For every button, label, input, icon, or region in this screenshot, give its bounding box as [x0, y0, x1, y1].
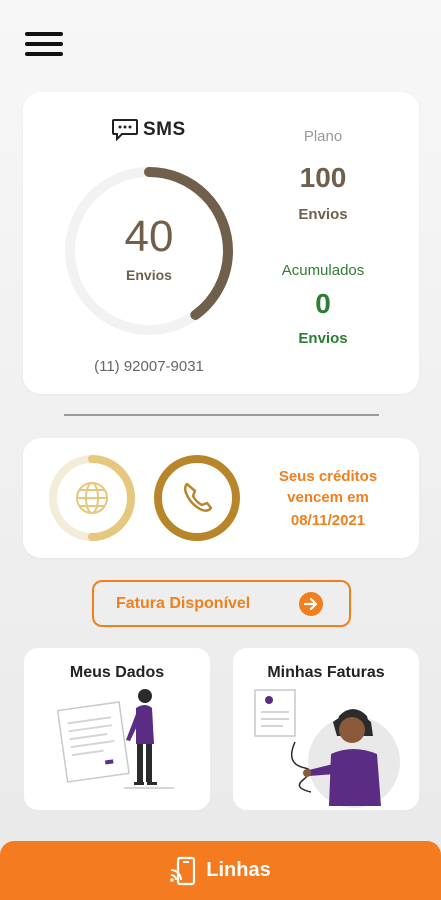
- credits-expiry-date: 08/11/2021: [290, 512, 366, 529]
- invoice-button-label: Fatura Disponível: [116, 595, 251, 612]
- plano-value: 100: [299, 162, 347, 193]
- acumulados-unit: Envios: [298, 330, 348, 347]
- sms-used-value: 40: [124, 212, 174, 261]
- credits-message-line1: Seus créditos: [278, 468, 378, 485]
- credits-message-line2: vencem em: [287, 489, 369, 506]
- plano-label: Plano: [303, 128, 343, 145]
- linhas-bottom-bar[interactable]: Linhas: [0, 841, 441, 900]
- phone-icon[interactable]: [153, 454, 241, 542]
- minhas-faturas-title: Minhas Faturas: [267, 664, 385, 681]
- hamburger-menu-icon[interactable]: [25, 32, 63, 60]
- credits-message: Seus créditos vencem em: [263, 466, 393, 508]
- acumulados-label: Acumulados: [281, 262, 365, 279]
- globe-icon[interactable]: [48, 454, 136, 542]
- chat-bubble-icon: [112, 119, 138, 142]
- sms-used-unit: Envios: [126, 267, 172, 283]
- phone-number: (11) 92007-9031: [94, 358, 204, 375]
- profile-illustration: [56, 689, 174, 789]
- credits-card: Seus créditos vencem em 08/11/2021: [23, 438, 419, 558]
- meus-dados-tile[interactable]: Meus Dados: [24, 648, 210, 810]
- sms-title: SMS: [111, 118, 186, 142]
- invoice-illustration: [254, 689, 400, 808]
- sms-card: SMS 40 Envios (11) 92007-9031 Plano 100 …: [23, 92, 419, 394]
- sms-title-label: SMS: [143, 119, 186, 140]
- divider: [64, 414, 379, 416]
- linhas-label: Linhas: [206, 859, 271, 881]
- plano-unit: Envios: [298, 206, 348, 223]
- invoice-available-button[interactable]: Fatura Disponível: [92, 580, 351, 627]
- arrow-right-circle-icon: [299, 592, 323, 616]
- acumulados-value: 0: [315, 288, 331, 319]
- meus-dados-title: Meus Dados: [69, 664, 165, 681]
- mobile-signal-icon: [170, 856, 196, 885]
- minhas-faturas-tile[interactable]: Minhas Faturas: [233, 648, 419, 810]
